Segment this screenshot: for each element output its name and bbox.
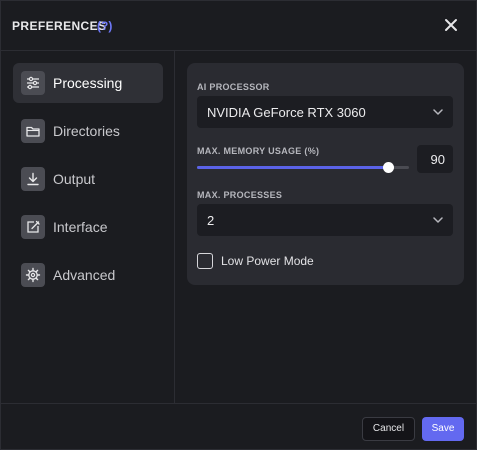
slider-fill [197,166,388,169]
cancel-button[interactable]: Cancel [362,417,415,441]
chevron-down-icon [433,109,443,115]
sidebar-item-output[interactable]: Output [13,159,163,199]
max-processes-select[interactable]: 2 [197,204,453,236]
folder-icon [21,119,45,143]
save-button[interactable]: Save [422,417,464,441]
processing-panel: AI PROCESSOR NVIDIA GeForce RTX 3060 MAX… [187,63,464,285]
memory-usage-value: 90 [430,152,445,167]
gear-icon [21,263,45,287]
sidebar-item-label: Processing [53,75,123,91]
preferences-dialog: PREFERENCES (?) Processing Directories O… [0,0,477,450]
dialog-header: PREFERENCES (?) [1,1,476,51]
slider-thumb[interactable] [383,162,394,173]
low-power-mode-toggle[interactable]: Low Power Mode [197,252,357,270]
dialog-title: PREFERENCES [12,19,107,33]
edit-icon [21,215,45,239]
sidebar-item-advanced[interactable]: Advanced [13,255,163,295]
sidebar: Processing Directories Output Interface … [1,51,175,403]
low-power-checkbox[interactable] [197,253,213,269]
close-icon[interactable] [441,15,461,35]
download-icon [21,167,45,191]
chevron-down-icon [433,217,443,223]
ai-processor-select[interactable]: NVIDIA GeForce RTX 3060 [197,96,453,128]
max-processes-label: MAX. PROCESSES [197,190,283,200]
ai-processor-value: NVIDIA GeForce RTX 3060 [207,105,366,120]
sidebar-item-label: Advanced [53,267,116,283]
dialog-footer: Cancel Save [1,403,476,449]
memory-usage-slider[interactable] [197,161,409,175]
sidebar-item-label: Output [53,171,96,187]
max-processes-value: 2 [207,213,215,228]
memory-usage-input[interactable]: 90 [417,145,453,173]
sidebar-item-label: Interface [53,219,108,235]
low-power-label: Low Power Mode [221,254,314,268]
help-link[interactable]: (?) [97,19,112,33]
sliders-icon [21,71,45,95]
sidebar-item-label: Directories [53,123,120,139]
sidebar-item-processing[interactable]: Processing [13,63,163,103]
memory-usage-label: MAX. MEMORY USAGE (%) [197,146,320,156]
ai-processor-label: AI PROCESSOR [197,82,270,92]
sidebar-item-interface[interactable]: Interface [13,207,163,247]
sidebar-item-directories[interactable]: Directories [13,111,163,151]
